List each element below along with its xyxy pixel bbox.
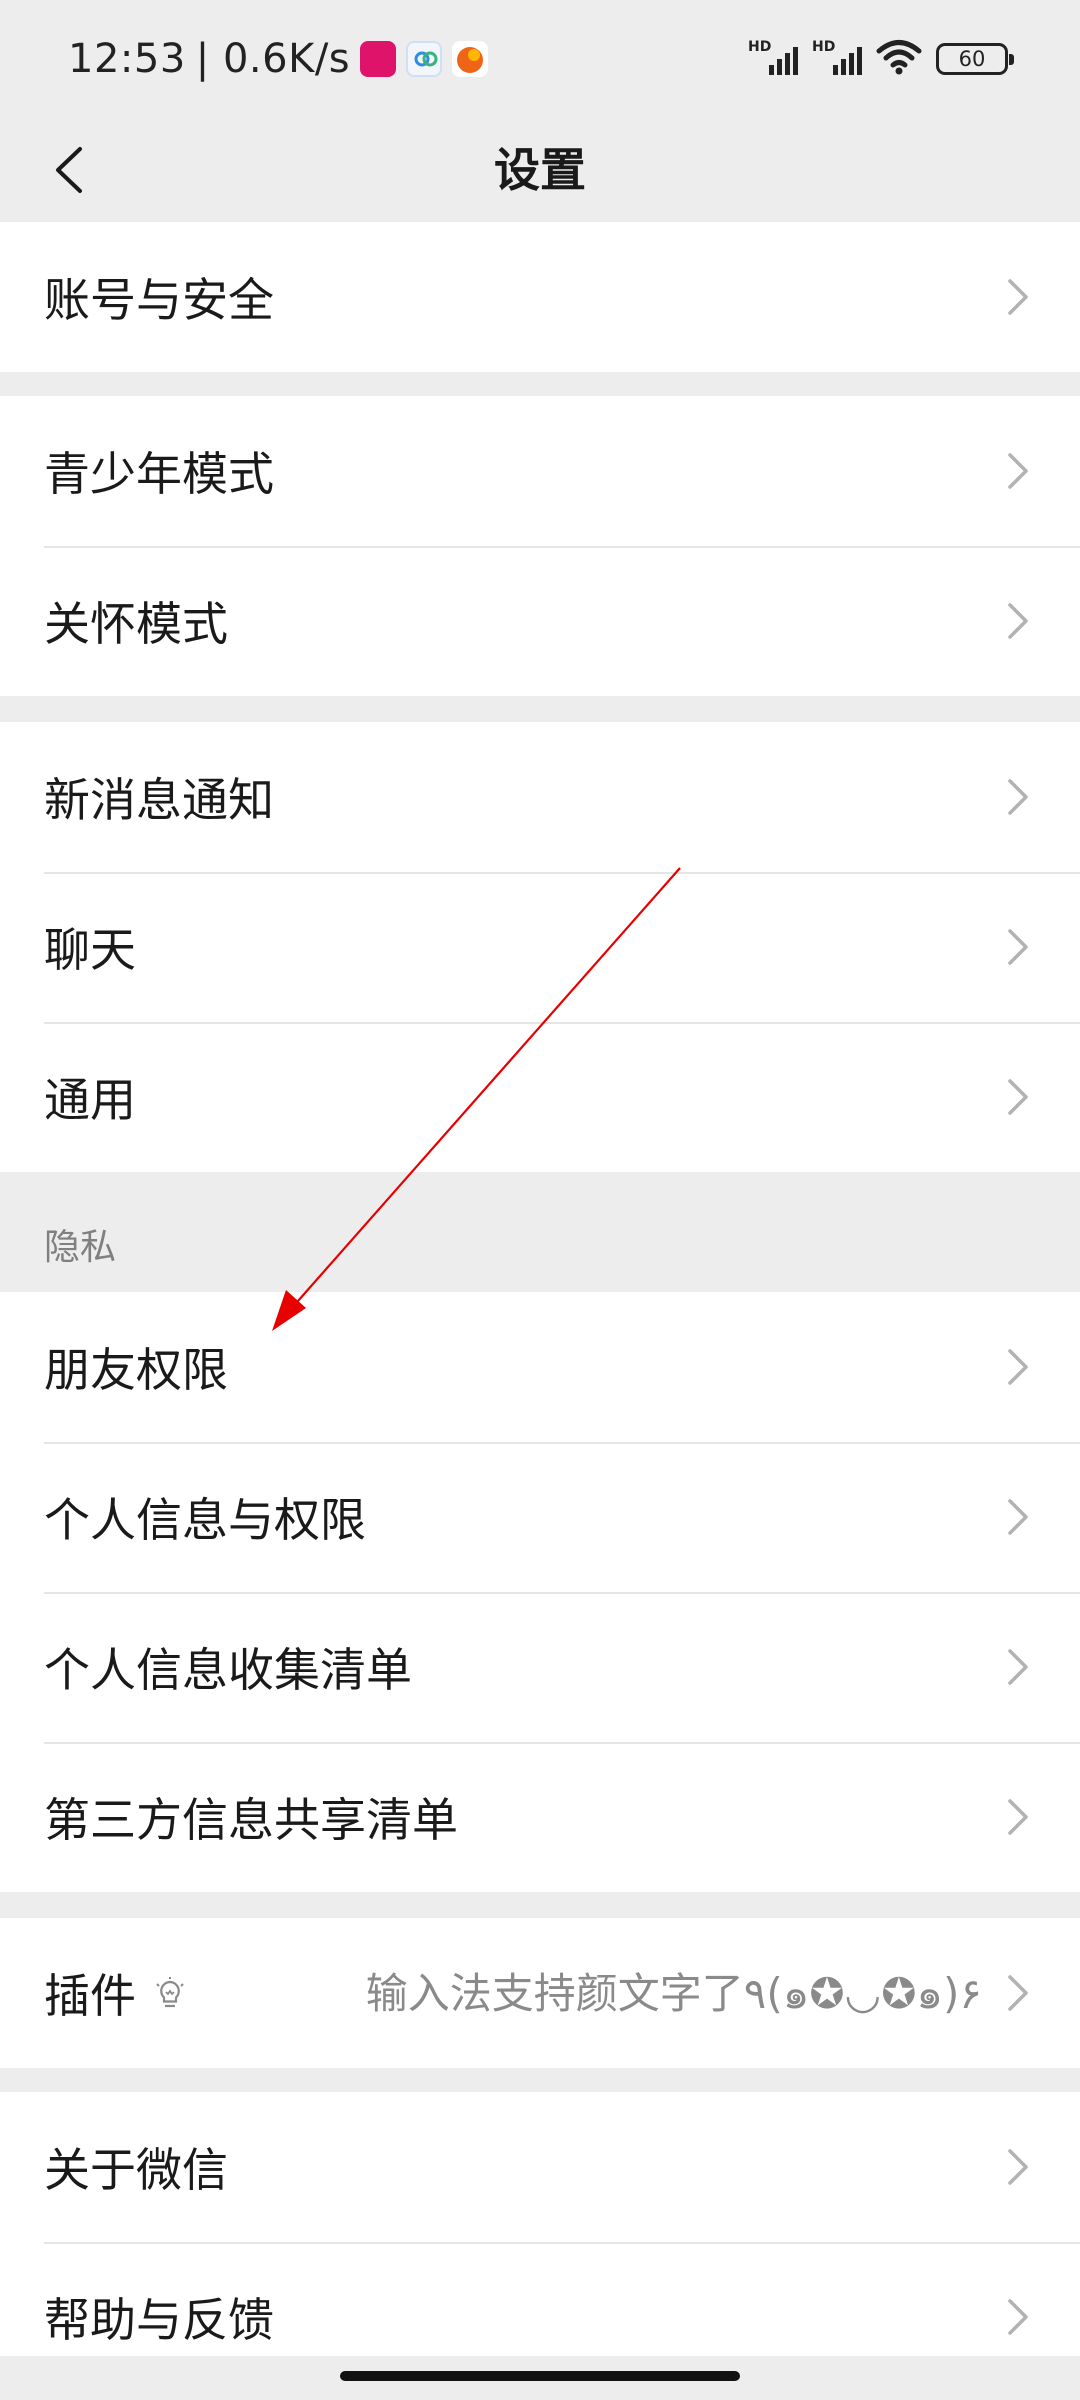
chevron-right-icon <box>998 2297 1038 2337</box>
status-time: 12:53 <box>68 36 186 82</box>
row-label: 插件 <box>44 1969 136 2023</box>
row-label: 个人信息收集清单 <box>44 1643 412 1697</box>
app-notification-icon-1 <box>360 41 397 77</box>
row-label: 朋友权限 <box>44 1343 228 1397</box>
row-divider <box>44 546 1080 548</box>
back-button[interactable] <box>30 128 110 212</box>
row-label: 个人信息与权限 <box>44 1493 366 1547</box>
app-notification-icon-2 <box>406 41 443 77</box>
wifi-icon <box>876 38 922 80</box>
group-privacy: 朋友权限 个人信息与权限 个人信息收集清单 第三方信息共享清单 <box>0 1292 1080 1892</box>
row-divider <box>44 1592 1080 1594</box>
chevron-right-icon <box>998 777 1038 817</box>
section-header-privacy: 隐私 <box>44 1227 117 1268</box>
chevron-right-icon <box>998 1497 1038 1537</box>
settings-row-teen-mode[interactable]: 青少年模式 <box>0 396 1080 546</box>
settings-row-plugins[interactable]: 插件 输入法支持颜文字了٩(๑✪◡✪๑)۶ <box>0 1918 1080 2068</box>
cellular-signal-icon: HD <box>748 39 798 79</box>
row-divider <box>44 1022 1080 1024</box>
settings-row-about-wechat[interactable]: 关于微信 <box>0 2092 1080 2242</box>
chevron-left-icon <box>56 147 82 193</box>
chevron-right-icon <box>998 601 1038 641</box>
settings-row-care-mode[interactable]: 关怀模式 <box>0 546 1080 696</box>
signal-hd-label-2: HD <box>812 39 836 55</box>
row-divider <box>44 1442 1080 1444</box>
row-label: 关于微信 <box>44 2143 228 2197</box>
home-indicator[interactable] <box>340 2371 740 2381</box>
row-label: 青少年模式 <box>44 447 274 501</box>
settings-row-third-party-sharing[interactable]: 第三方信息共享清单 <box>0 1742 1080 1892</box>
row-label: 通用 <box>44 1073 136 1127</box>
settings-row-friend-permissions[interactable]: 朋友权限 <box>0 1292 1080 1442</box>
status-right: HD HD 60 <box>748 34 1014 84</box>
chevron-right-icon <box>998 927 1038 967</box>
lightbulb-icon <box>152 1976 188 2012</box>
plugin-status-text: 输入法支持颜文字了٩(๑✪◡✪๑)۶ <box>365 1968 982 2018</box>
nav-bar: 设置 <box>0 118 1080 222</box>
group-modes: 青少年模式 关怀模式 <box>0 396 1080 696</box>
settings-row-personal-info-permissions[interactable]: 个人信息与权限 <box>0 1442 1080 1592</box>
status-left: 12:53 | 0.6K/s <box>68 32 489 86</box>
settings-row-personal-info-collection[interactable]: 个人信息收集清单 <box>0 1592 1080 1742</box>
row-label: 第三方信息共享清单 <box>44 1793 458 1847</box>
row-divider <box>44 1742 1080 1744</box>
chevron-right-icon <box>998 2147 1038 2187</box>
app-notification-icon-3 <box>452 41 489 77</box>
settings-row-new-message-notification[interactable]: 新消息通知 <box>0 722 1080 872</box>
cellular-signal-icon-2: HD <box>812 39 862 79</box>
chevron-right-icon <box>998 1077 1038 1117</box>
chevron-right-icon <box>998 1647 1038 1687</box>
chevron-right-icon <box>998 277 1038 317</box>
row-label: 新消息通知 <box>44 773 274 827</box>
row-label: 关怀模式 <box>44 597 228 651</box>
chevron-right-icon <box>998 1973 1038 2013</box>
network-speed: | 0.6K/s <box>195 36 351 82</box>
row-label: 账号与安全 <box>44 273 274 327</box>
row-label: 帮助与反馈 <box>44 2293 274 2347</box>
settings-row-chat[interactable]: 聊天 <box>0 872 1080 1022</box>
chevron-right-icon <box>998 1797 1038 1837</box>
chevron-right-icon <box>998 451 1038 491</box>
status-bar: 12:53 | 0.6K/s HD HD 60 <box>0 0 1080 118</box>
settings-row-general[interactable]: 通用 <box>0 1022 1080 1172</box>
row-divider <box>44 872 1080 874</box>
battery-level: 60 <box>958 47 986 71</box>
chevron-right-icon <box>998 1347 1038 1387</box>
battery-icon: 60 <box>936 43 1014 75</box>
group-about: 关于微信 帮助与反馈 <box>0 2092 1080 2392</box>
group-general: 新消息通知 聊天 通用 <box>0 722 1080 1172</box>
row-divider <box>44 2242 1080 2244</box>
group-plugins: 插件 输入法支持颜文字了٩(๑✪◡✪๑)۶ <box>0 1918 1080 2068</box>
row-label: 聊天 <box>44 923 136 977</box>
group-account: 账号与安全 <box>0 222 1080 372</box>
signal-hd-label: HD <box>748 39 772 55</box>
settings-row-account-security[interactable]: 账号与安全 <box>0 222 1080 372</box>
page-title: 设置 <box>494 143 586 197</box>
